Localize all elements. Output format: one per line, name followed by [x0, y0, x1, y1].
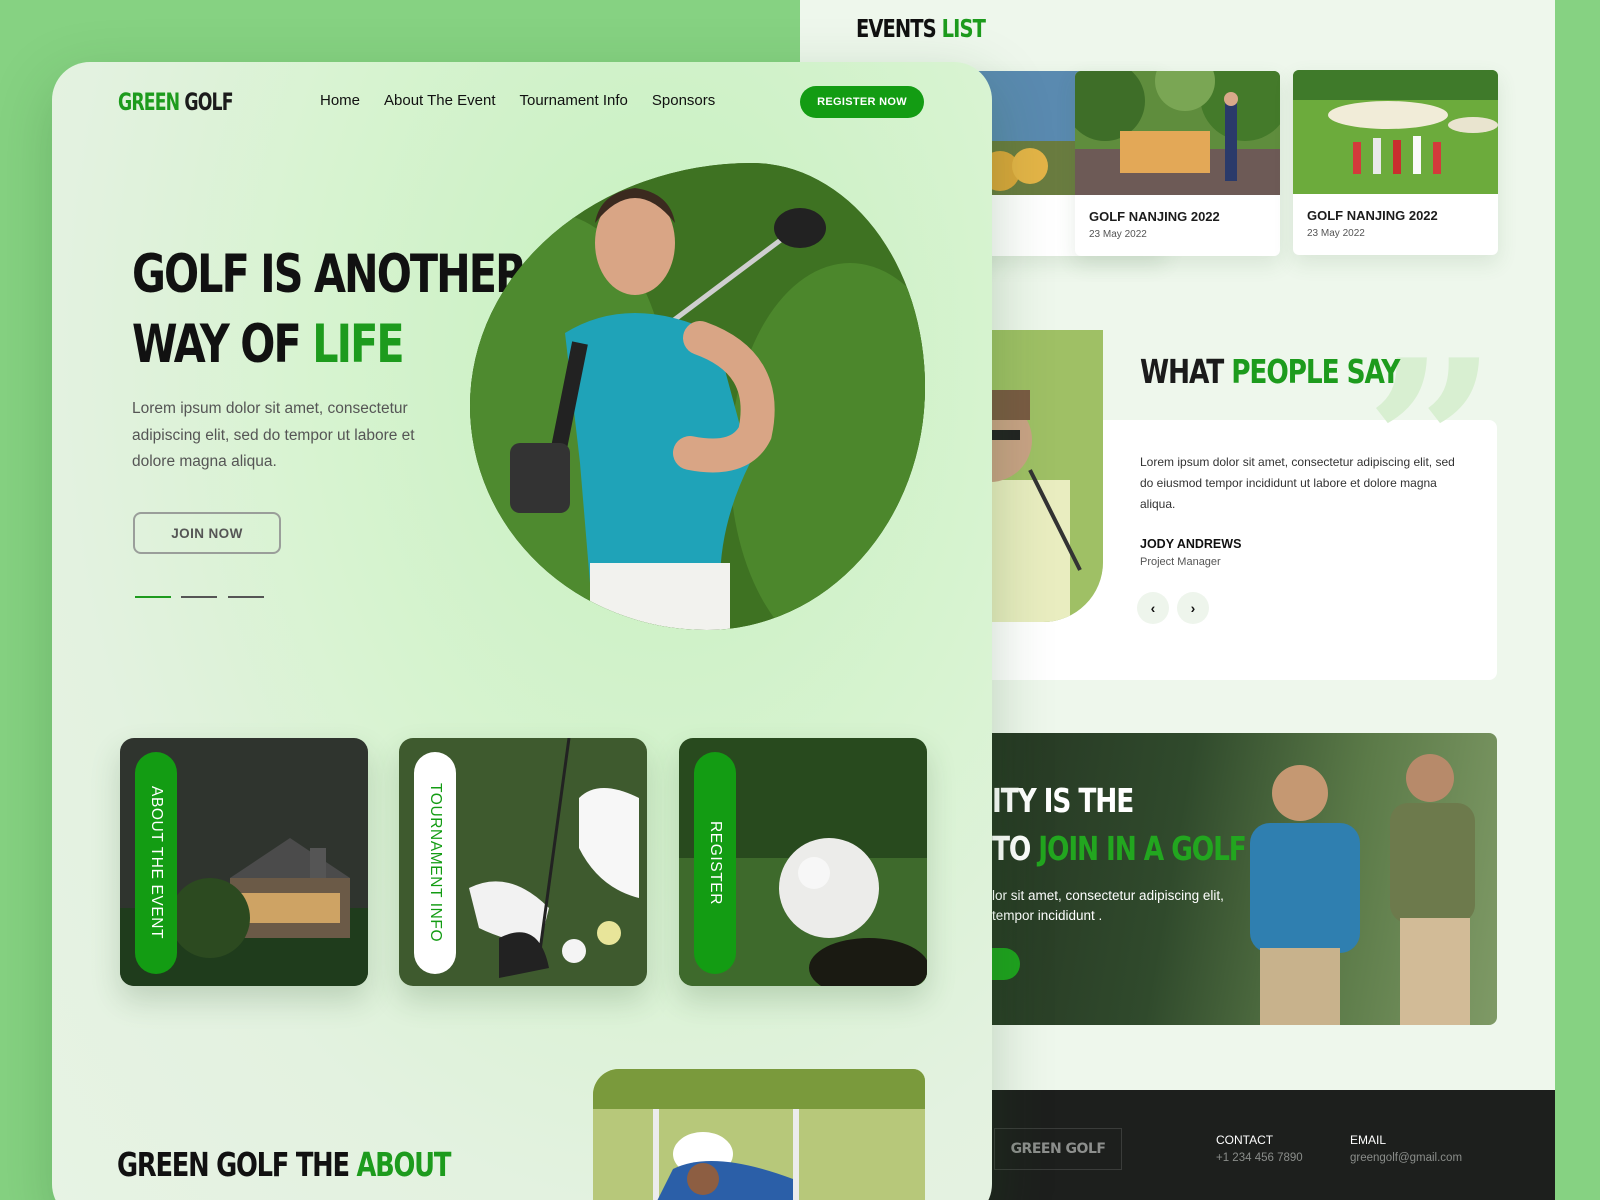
event-card-image: [1293, 70, 1498, 194]
testimonial-title: WHAT PEOPLE SAY: [1140, 352, 1400, 391]
event-card-1[interactable]: GOLF NANJING 2022 23 May 2022: [1075, 71, 1280, 256]
event-card-date: 23 May 2022: [1089, 229, 1147, 240]
feature-label: REGISTER: [707, 820, 724, 906]
about-section-title: GREEN GOLF THE ABOUT: [117, 1145, 451, 1184]
event-card-name: GOLF NANJING 2022: [1307, 208, 1438, 223]
event-card-name: GOLF NANJING 2022: [1089, 209, 1220, 224]
footer-contact-value[interactable]: +1 234 456 7890: [1216, 1152, 1303, 1164]
nav-item-about-the-event[interactable]: About The Event: [384, 92, 495, 109]
main-nav: Home About The Event Tournament Info Spo…: [320, 92, 715, 109]
feature-card-about-the-event[interactable]: ABOUT THE EVENT: [120, 738, 368, 986]
footer-logo[interactable]: GREEN GOLF: [994, 1128, 1122, 1170]
event-card-2[interactable]: GOLF NANJING 2022 23 May 2022: [1293, 70, 1498, 255]
hero-heading-line1: GOLF IS ANOTHER: [132, 244, 527, 305]
testimonial-text: Lorem ipsum dolor sit amet, consectetur …: [1140, 455, 1455, 511]
slider-indicator-3[interactable]: [228, 596, 264, 598]
events-list-title: EVENTS LIST: [856, 14, 986, 43]
nav-item-home[interactable]: Home: [320, 92, 360, 109]
hero-description: Lorem ipsum dolor sit amet, consectetur …: [132, 400, 415, 470]
feature-label: TOURNAMENT INFO: [427, 783, 444, 943]
slider-indicator-2[interactable]: [181, 596, 217, 598]
feature-label: ABOUT THE EVENT: [148, 786, 165, 940]
feature-card-register[interactable]: REGISTER: [679, 738, 927, 986]
feature-card-tournament-info[interactable]: TOURNAMENT INFO: [399, 738, 647, 986]
chevron-right-icon: ›: [1190, 600, 1196, 616]
banner-text: lor sit amet, consectetur adipiscing eli…: [992, 888, 1224, 923]
slider-indicator-1[interactable]: [135, 596, 171, 598]
event-card-image: [1075, 71, 1280, 195]
testimonial-author: JODY ANDREWS: [1140, 537, 1242, 551]
feature-pill: TOURNAMENT INFO: [414, 752, 456, 974]
about-section-photo: [593, 1069, 925, 1200]
hero-heading-line2: WAY OF LIFE: [132, 314, 405, 375]
feature-pill: ABOUT THE EVENT: [135, 752, 177, 974]
footer-email-value[interactable]: greengolf@gmail.com: [1350, 1152, 1462, 1164]
footer-email-label: EMAIL: [1350, 1133, 1387, 1147]
register-now-button[interactable]: REGISTER NOW: [800, 86, 924, 118]
testimonial-role: Project Manager: [1140, 556, 1221, 568]
event-card-date: 23 May 2022: [1307, 228, 1365, 239]
join-banner: [960, 733, 1497, 1025]
nav-item-tournament-info[interactable]: Tournament Info: [519, 92, 627, 109]
footer-contact-label: CONTACT: [1216, 1133, 1274, 1147]
chevron-left-icon: ‹: [1150, 600, 1156, 616]
site-logo[interactable]: GREEN GOLF: [118, 88, 234, 116]
nav-item-sponsors[interactable]: Sponsors: [652, 92, 715, 109]
banner-heading-line2: TO JOIN IN A GOLF: [992, 829, 1247, 868]
testimonial-prev-button[interactable]: ‹: [1137, 592, 1169, 624]
feature-pill: REGISTER: [694, 752, 736, 974]
banner-heading-line1: ITY IS THE: [992, 781, 1134, 820]
testimonial-next-button[interactable]: ›: [1177, 592, 1209, 624]
join-now-button[interactable]: JOIN NOW: [133, 512, 281, 554]
